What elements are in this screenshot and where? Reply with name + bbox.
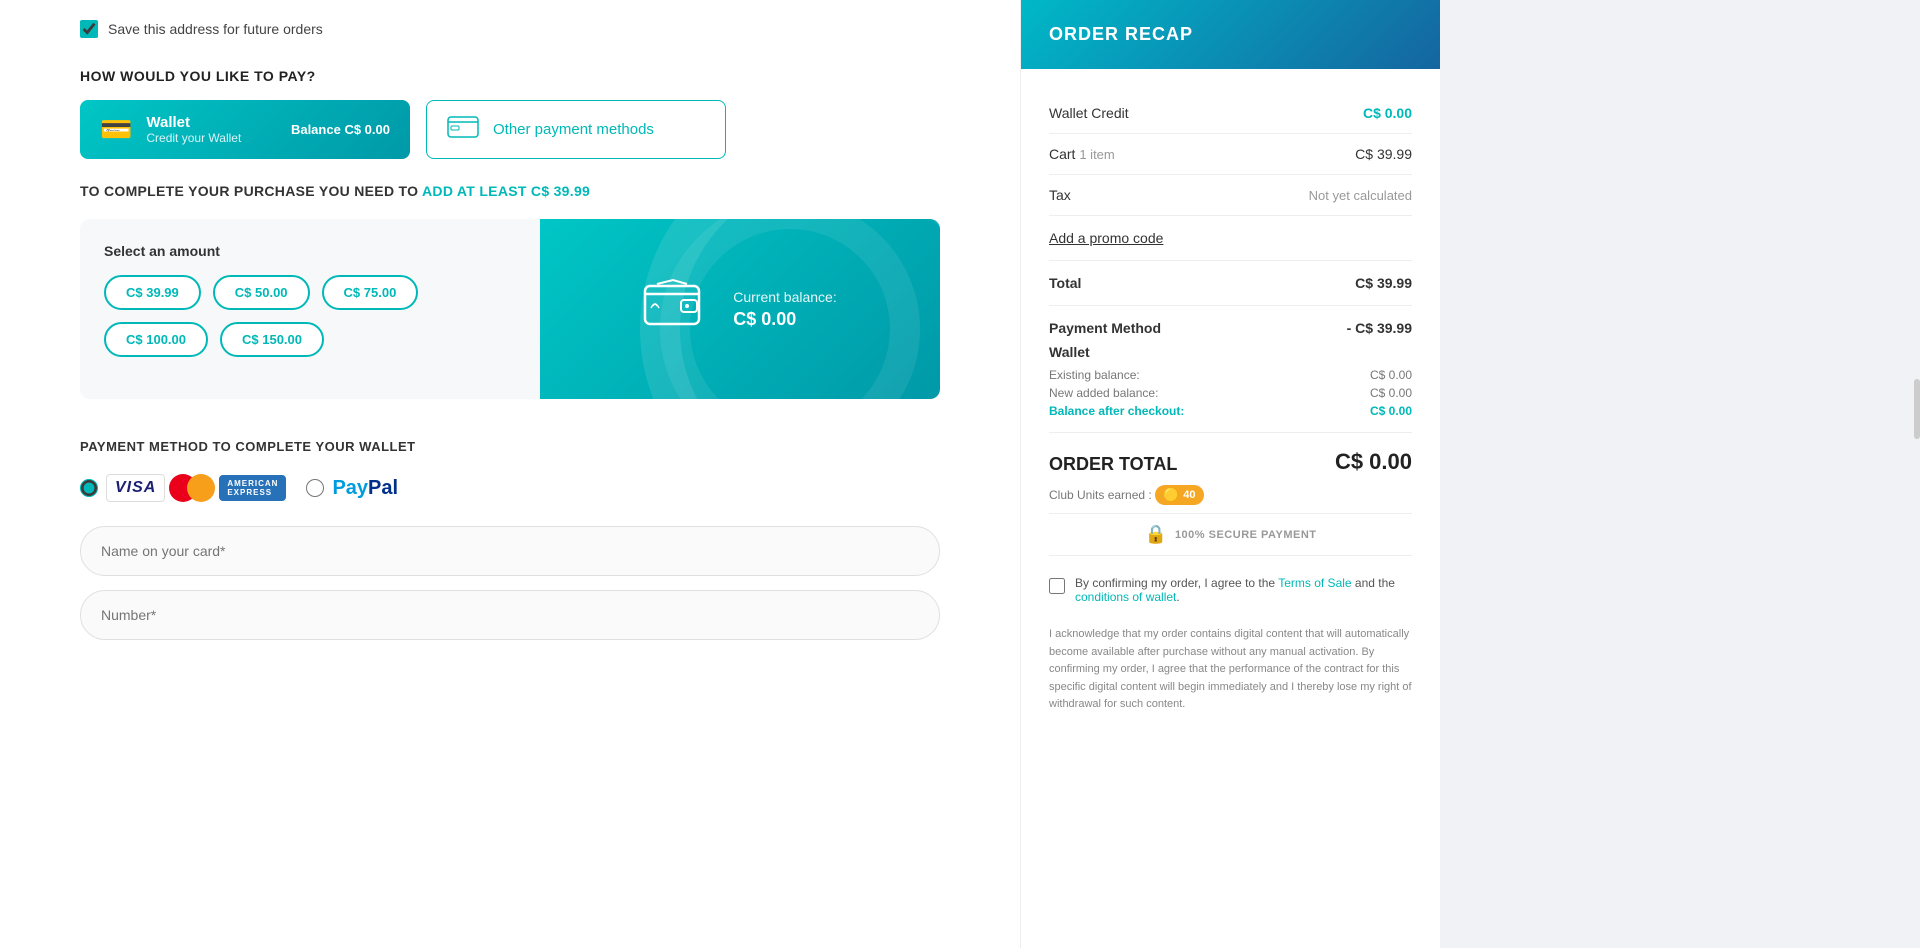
wallet-payment-option[interactable]: 💳 Wallet Credit your Wallet Balance C$ 0… xyxy=(80,100,410,159)
club-units-badge: 🟡 40 xyxy=(1155,485,1203,505)
other-payment-label: Other payment methods xyxy=(493,121,654,138)
payment-options: 💳 Wallet Credit your Wallet Balance C$ 0… xyxy=(80,100,940,159)
mc-circle-yellow xyxy=(187,474,215,502)
amount-wallet-container: Select an amount C$ 39.99 C$ 50.00 C$ 75… xyxy=(80,219,940,399)
amount-btn-1[interactable]: C$ 39.99 xyxy=(104,275,201,310)
total-label: Total xyxy=(1049,275,1081,291)
wallet-credit-label: Wallet Credit xyxy=(1049,105,1129,121)
card-name-input[interactable] xyxy=(80,526,940,576)
wallet-preview-icon xyxy=(643,278,703,340)
card-icon xyxy=(447,116,479,144)
wallet-text: Wallet Credit your Wallet xyxy=(146,114,277,145)
purchase-warning: TO COMPLETE YOUR PURCHASE YOU NEED TO AD… xyxy=(80,183,940,199)
radio-paypal[interactable] xyxy=(306,479,324,497)
cart-row: Cart 1 item C$ 39.99 xyxy=(1049,134,1412,175)
wallet-balance-value: C$ 0.00 xyxy=(344,122,390,137)
cart-label: Cart 1 item xyxy=(1049,146,1115,162)
secure-payment: 🔒 100% SECURE PAYMENT xyxy=(1049,513,1412,556)
card-logos: VISA AMERICAN EXPRESS xyxy=(106,474,286,502)
amount-selector-title: Select an amount xyxy=(104,243,516,259)
conditions-link[interactable]: conditions of wallet xyxy=(1075,590,1176,604)
amount-btn-3[interactable]: C$ 75.00 xyxy=(322,275,419,310)
card-option-paypal: PayPal xyxy=(306,477,398,500)
tax-label: Tax xyxy=(1049,187,1071,203)
wallet-balance-preview-amount: C$ 0.00 xyxy=(733,309,837,330)
cart-value: C$ 39.99 xyxy=(1355,146,1412,162)
wallet-preview: Current balance: C$ 0.00 xyxy=(540,219,940,399)
wallet-credit-row: Wallet Credit C$ 0.00 xyxy=(1049,93,1412,134)
order-total-row: ORDER TOTAL C$ 0.00 xyxy=(1049,433,1412,485)
total-value: C$ 39.99 xyxy=(1355,275,1412,291)
save-address-row: Save this address for future orders xyxy=(80,20,940,38)
pm-label: Payment Method xyxy=(1049,320,1161,336)
promo-code-link[interactable]: Add a promo code xyxy=(1049,216,1412,260)
recap-title: ORDER RECAP xyxy=(1049,24,1412,45)
amount-btn-4[interactable]: C$ 100.00 xyxy=(104,322,208,357)
amount-selector: Select an amount C$ 39.99 C$ 50.00 C$ 75… xyxy=(80,219,540,399)
pm-balance-after: Balance after checkout: C$ 0.00 xyxy=(1049,404,1412,418)
wallet-subtitle: Credit your Wallet xyxy=(146,131,277,145)
disclaimer-text: I acknowledge that my order contains dig… xyxy=(1049,626,1412,714)
card-number-input[interactable] xyxy=(80,590,940,640)
payment-section-title: HOW WOULD YOU LIKE TO PAY? xyxy=(80,68,940,84)
terms-checkbox[interactable] xyxy=(1049,578,1065,594)
save-address-label: Save this address for future orders xyxy=(108,21,323,37)
recap-body: Wallet Credit C$ 0.00 Cart 1 item C$ 39.… xyxy=(1021,69,1440,738)
terms-of-sale-link[interactable]: Terms of Sale xyxy=(1278,576,1351,590)
radio-cards[interactable] xyxy=(80,479,98,497)
paypal-logo: PayPal xyxy=(332,477,398,500)
amex-logo: AMERICAN EXPRESS xyxy=(219,475,286,501)
card-options: VISA AMERICAN EXPRESS PayPal xyxy=(80,474,940,502)
pm-new-balance: New added balance: C$ 0.00 xyxy=(1049,386,1412,400)
secure-text: 100% SECURE PAYMENT xyxy=(1175,529,1317,541)
payment-method-section-title: PAYMENT METHOD TO COMPLETE YOUR WALLET xyxy=(80,439,940,454)
wallet-credit-value: C$ 0.00 xyxy=(1363,105,1412,121)
order-total-value: C$ 0.00 xyxy=(1335,449,1412,475)
terms-text: By confirming my order, I agree to the T… xyxy=(1075,576,1412,604)
payment-method-recap: Payment Method - C$ 39.99 Wallet Existin… xyxy=(1049,306,1412,433)
cart-item-count: 1 item xyxy=(1079,147,1114,162)
tax-value: Not yet calculated xyxy=(1309,188,1412,203)
pm-header: Payment Method - C$ 39.99 xyxy=(1049,320,1412,336)
order-total-label: ORDER TOTAL xyxy=(1049,454,1177,475)
shield-icon: 🔒 xyxy=(1145,524,1167,545)
wallet-balance-preview-label: Current balance: xyxy=(733,289,837,305)
card-option-cards: VISA AMERICAN EXPRESS xyxy=(80,474,286,502)
wallet-icon: 💳 xyxy=(100,114,132,145)
recap-header: ORDER RECAP xyxy=(1021,0,1440,69)
wallet-balance-label: Balance xyxy=(291,122,341,137)
tax-row: Tax Not yet calculated xyxy=(1049,175,1412,216)
other-payment-option[interactable]: Other payment methods xyxy=(426,100,726,159)
wallet-name: Wallet xyxy=(146,114,277,131)
amount-btn-5[interactable]: C$ 150.00 xyxy=(220,322,324,357)
order-recap-panel: ORDER RECAP Wallet Credit C$ 0.00 Cart 1… xyxy=(1020,0,1440,948)
total-row: Total C$ 39.99 xyxy=(1049,260,1412,306)
wallet-balance-info: Current balance: C$ 0.00 xyxy=(733,289,837,330)
visa-logo: VISA xyxy=(106,474,165,502)
save-address-checkbox[interactable] xyxy=(80,20,98,38)
pm-existing-balance: Existing balance: C$ 0.00 xyxy=(1049,368,1412,382)
pm-wallet-label: Wallet xyxy=(1049,344,1412,360)
amount-btn-2[interactable]: C$ 50.00 xyxy=(213,275,310,310)
amount-buttons: C$ 39.99 C$ 50.00 C$ 75.00 C$ 100.00 C$ … xyxy=(104,275,516,357)
terms-row: By confirming my order, I agree to the T… xyxy=(1049,564,1412,616)
scrollbar[interactable] xyxy=(1914,379,1920,439)
mastercard-logo xyxy=(169,474,215,502)
pm-value: - C$ 39.99 xyxy=(1347,320,1412,336)
club-units: Club Units earned : 🟡 40 xyxy=(1049,485,1412,505)
wallet-balance: Balance C$ 0.00 xyxy=(291,122,390,137)
